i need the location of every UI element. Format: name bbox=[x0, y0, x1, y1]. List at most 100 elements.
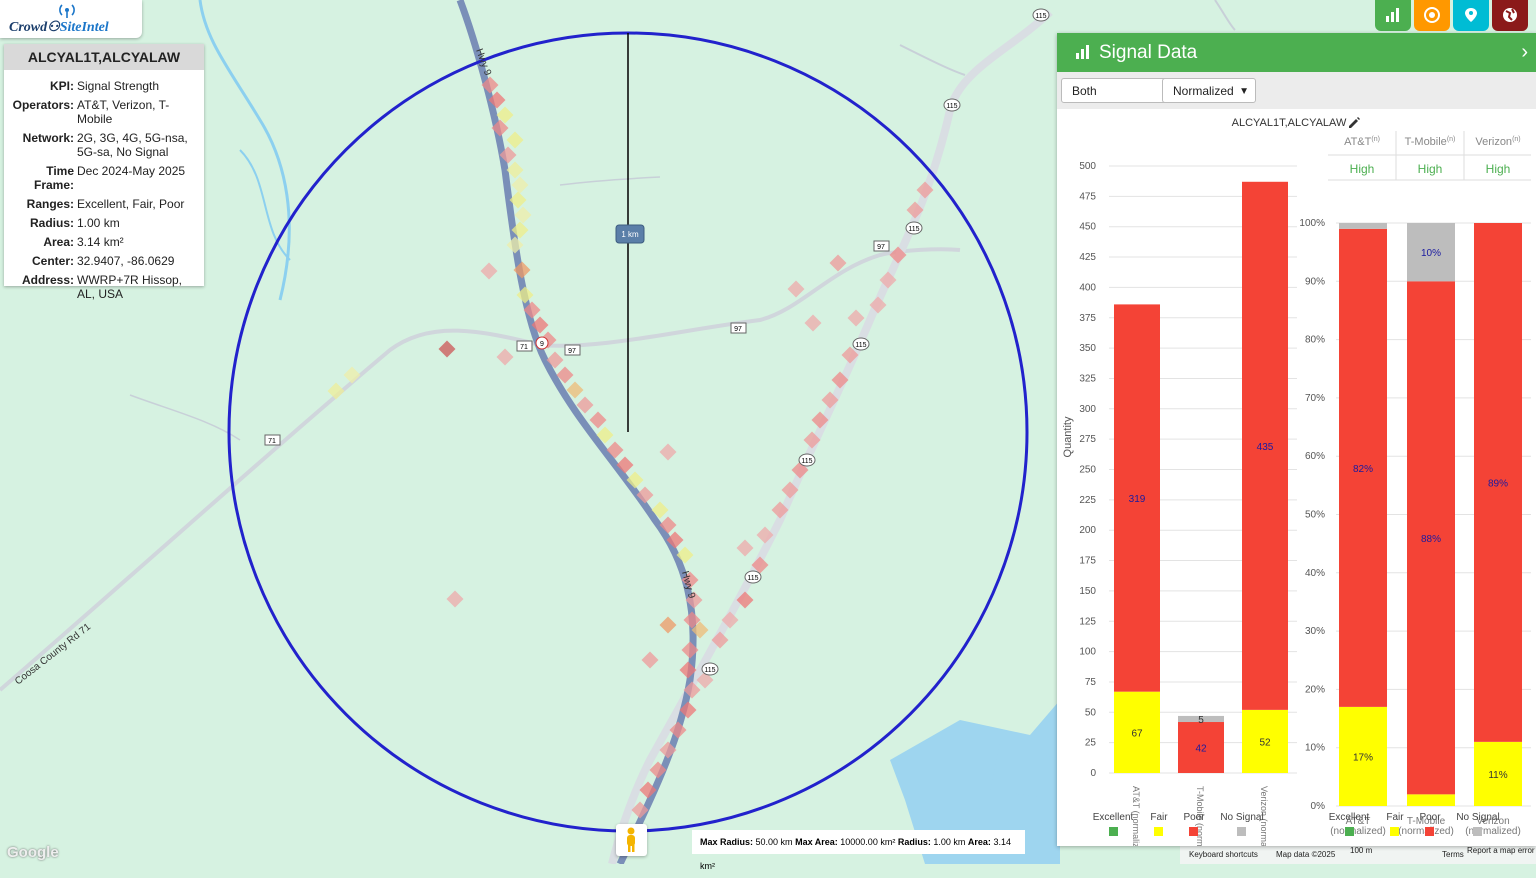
hwy9-label-mid: Hwy 9 bbox=[679, 570, 697, 600]
verizon-header[interactable]: Verizon(n) bbox=[1475, 136, 1520, 148]
signal-point bbox=[438, 340, 456, 358]
svg-text:115: 115 bbox=[1035, 13, 1046, 20]
verizon-level: High bbox=[1486, 162, 1511, 176]
signal-point bbox=[659, 443, 677, 461]
app-logo[interactable]: Crowd⚇SiteIntel bbox=[0, 0, 142, 38]
pct-bar-segment-no-signal bbox=[1339, 223, 1387, 229]
signal-point bbox=[847, 309, 865, 327]
signal-point bbox=[511, 176, 529, 194]
legend-excellent: Excellent bbox=[1093, 812, 1134, 823]
info-panel: ALCYAL1T,ALCYALAW KPI: Signal Strength Op… bbox=[4, 44, 204, 301]
y-tick-label: 75 bbox=[1085, 677, 1097, 688]
info-row-radius: Radius: 1.00 km bbox=[29, 216, 120, 230]
y-tick-label: 25 bbox=[1085, 738, 1097, 749]
signal-points bbox=[327, 76, 934, 819]
keyboard-shortcuts-link[interactable]: Keyboard shortcuts bbox=[1189, 850, 1258, 859]
svg-text:115: 115 bbox=[908, 226, 919, 233]
map-pin-icon bbox=[1465, 8, 1477, 22]
svg-text:115: 115 bbox=[855, 342, 866, 349]
chevron-down-icon: ▼ bbox=[1239, 86, 1249, 97]
y-tick-label: 100 bbox=[1079, 647, 1096, 658]
y-tick-label: 250 bbox=[1079, 465, 1096, 476]
pct-bar-value-label: 10% bbox=[1421, 248, 1441, 259]
signal-point bbox=[343, 366, 361, 384]
signal-point bbox=[787, 280, 805, 298]
legend-excellent: Excellent bbox=[1329, 812, 1370, 823]
edit-icon[interactable] bbox=[1349, 117, 1360, 128]
chart-icon bbox=[1386, 8, 1399, 22]
legend-swatch-fair bbox=[1154, 827, 1163, 836]
pct-bar-value-label: 11% bbox=[1488, 770, 1507, 781]
pct-bar-value-label: 89% bbox=[1488, 478, 1508, 489]
signal-point bbox=[641, 651, 659, 669]
svg-text:71: 71 bbox=[268, 438, 276, 445]
bar-chart-icon bbox=[1076, 45, 1089, 59]
signal-point bbox=[589, 411, 607, 429]
stream bbox=[198, 0, 291, 301]
signal-point bbox=[327, 382, 345, 400]
target-icon bbox=[1424, 7, 1440, 23]
map-footer: Keyboard shortcuts Map data ©2025 100 m … bbox=[1180, 846, 1536, 864]
mode-select[interactable]: Normalized ▼ bbox=[1162, 78, 1256, 103]
y-tick-label: 275 bbox=[1079, 434, 1096, 445]
map-scale-text: 100 m bbox=[1350, 846, 1373, 855]
y-tick-label: 175 bbox=[1079, 556, 1096, 567]
percent-chart: 0%10%20%30%40%50%60%70%80%90%100%17%82%A… bbox=[1299, 218, 1531, 837]
info-row-center: Center: 32.9407, -86.0629 bbox=[31, 254, 175, 268]
legend-swatch-poor bbox=[1425, 827, 1434, 836]
left-y-axis-label: Quantity bbox=[1062, 416, 1074, 457]
signal-point bbox=[506, 131, 524, 149]
svg-text:97: 97 bbox=[734, 326, 742, 333]
pct-bar-value-label: 82% bbox=[1353, 464, 1373, 475]
street-view-pegman[interactable] bbox=[616, 824, 647, 856]
y-tick-label: 125 bbox=[1079, 616, 1096, 627]
county-road-label: Coosa County Rd 71 bbox=[13, 621, 93, 687]
svg-text:115: 115 bbox=[704, 667, 715, 674]
chart-button[interactable] bbox=[1375, 0, 1411, 31]
target-button[interactable] bbox=[1414, 0, 1450, 31]
y-tick-label: 90% bbox=[1305, 276, 1325, 287]
y-tick-label: 200 bbox=[1079, 525, 1096, 536]
signal-tower-icon bbox=[59, 4, 75, 18]
signal-point bbox=[480, 262, 498, 280]
y-tick-label: 50 bbox=[1085, 707, 1097, 718]
legend-poor: Poor bbox=[1183, 812, 1205, 823]
y-tick-label: 325 bbox=[1079, 373, 1096, 384]
info-row-network: Network: 2G, 3G, 4G, 5G-nsa, 5G-sa, No Si… bbox=[22, 131, 188, 159]
y-tick-label: 150 bbox=[1079, 586, 1096, 597]
report-error-link[interactable]: Report a map error bbox=[1467, 846, 1535, 855]
signal-point bbox=[514, 206, 532, 224]
signal-point bbox=[804, 314, 822, 332]
signal-point bbox=[506, 236, 524, 254]
y-tick-label: 375 bbox=[1079, 313, 1096, 324]
y-tick-label: 225 bbox=[1079, 495, 1096, 506]
legend-fair: Fair bbox=[1386, 812, 1404, 823]
signal-point bbox=[736, 539, 754, 557]
globe-icon bbox=[1503, 8, 1517, 22]
legend-poor: Poor bbox=[1419, 812, 1441, 823]
att-header[interactable]: AT&T(n) bbox=[1344, 136, 1380, 148]
y-tick-label: 30% bbox=[1305, 626, 1325, 637]
globe-button[interactable] bbox=[1492, 0, 1528, 31]
bar-value-label: 67 bbox=[1131, 728, 1143, 739]
y-tick-label: 475 bbox=[1079, 191, 1096, 202]
y-tick-label: 425 bbox=[1079, 252, 1096, 263]
y-tick-label: 50% bbox=[1305, 510, 1325, 521]
collapse-chevron-icon[interactable]: › bbox=[1521, 33, 1528, 72]
map-pin-button[interactable] bbox=[1453, 0, 1489, 31]
radius-label: 1 km bbox=[621, 230, 639, 239]
legend-swatch-no-signal bbox=[1473, 827, 1482, 836]
y-tick-label: 350 bbox=[1079, 343, 1096, 354]
y-tick-label: 40% bbox=[1305, 568, 1325, 579]
info-row-time-frame: Time Frame: Dec 2024-May 2025 bbox=[33, 164, 186, 192]
att-level: High bbox=[1350, 162, 1375, 176]
terms-link[interactable]: Terms bbox=[1442, 850, 1464, 859]
tmobile-header[interactable]: T-Mobile(n) bbox=[1405, 136, 1456, 148]
info-row-operators: Operators: AT&T, Verizon, T-Mobile bbox=[12, 98, 170, 126]
signal-point bbox=[496, 348, 514, 366]
svg-text:115: 115 bbox=[946, 103, 957, 110]
svg-text:97: 97 bbox=[877, 244, 885, 251]
legend-swatch-excellent bbox=[1345, 827, 1354, 836]
y-tick-label: 0% bbox=[1311, 801, 1326, 812]
x-tick-label-sub: (normalized) bbox=[1330, 826, 1386, 837]
